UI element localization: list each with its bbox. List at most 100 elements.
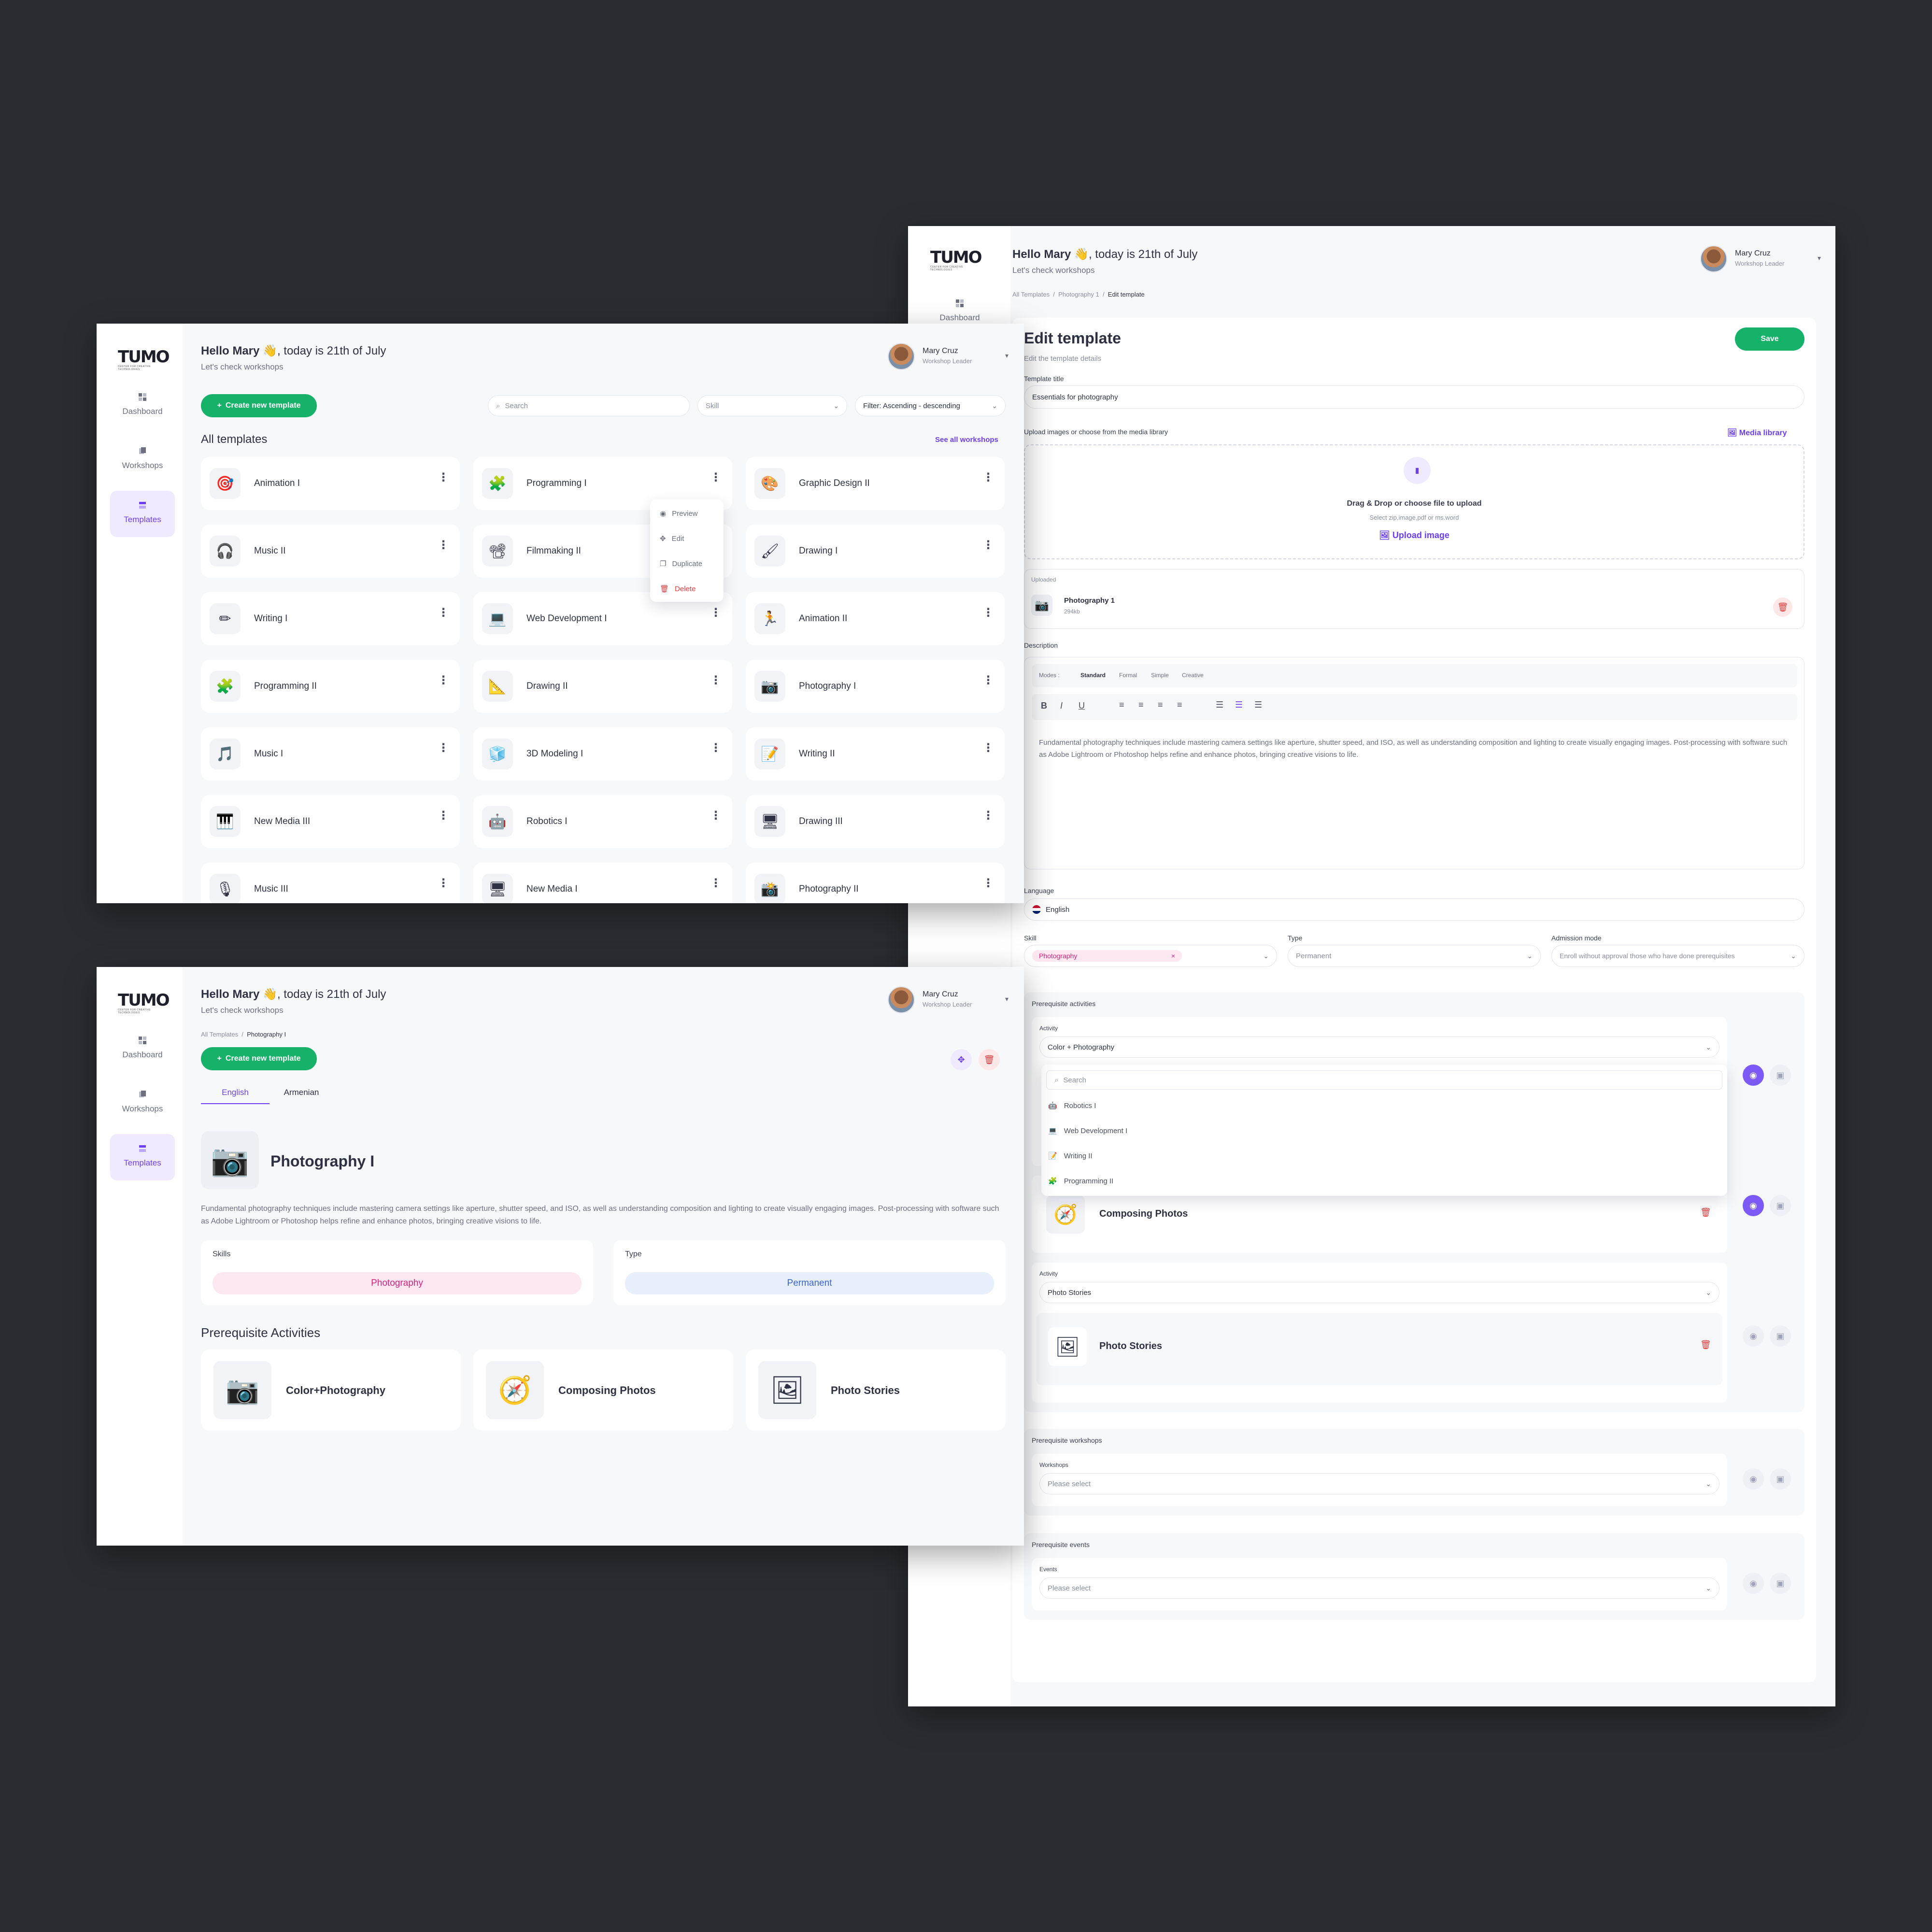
activity-card[interactable]: 🧭 Composing Photos <box>473 1350 733 1431</box>
template-card[interactable]: 📸 Photography II ⋮ <box>746 863 1005 903</box>
template-card[interactable]: 🎯 Animation I ⋮ <box>201 457 460 510</box>
type-select[interactable]: Permanent ⌄ <box>1288 945 1541 967</box>
sidebar-item-dashboard[interactable]: Dashboard <box>110 1026 175 1072</box>
activity-select[interactable]: Photo Stories ⌄ <box>1039 1282 1719 1303</box>
more-options-icon[interactable]: ⋮ <box>982 607 994 619</box>
more-options-icon[interactable]: ⋮ <box>982 810 994 822</box>
more-options-icon[interactable]: ⋮ <box>438 607 449 619</box>
tab-armenian[interactable]: Armenian <box>277 1081 326 1104</box>
trash-icon[interactable]: 🗑 <box>1700 1208 1711 1218</box>
more-options-icon[interactable]: ⋮ <box>438 878 449 889</box>
template-card[interactable]: 🤖 Robotics I ⋮ <box>473 795 732 848</box>
skill-select[interactable]: Photography × ⌄ <box>1024 945 1277 967</box>
add-icon[interactable]: ◉ <box>1743 1573 1764 1594</box>
copy-icon[interactable]: ▣ <box>1770 1468 1791 1490</box>
dropdown-item[interactable]: 📝 Writing II <box>1048 1151 1093 1161</box>
align-center-icon[interactable]: ≡ <box>1138 700 1144 710</box>
description-editor[interactable]: Modes : Standard Formal Simple Creative … <box>1024 657 1804 869</box>
template-title-input[interactable]: Essentials for photography <box>1024 385 1804 409</box>
sidebar-item-workshops[interactable]: Workshops <box>110 1080 175 1126</box>
italic-icon[interactable]: I <box>1060 701 1063 711</box>
admission-select[interactable]: Enroll without approval those who have d… <box>1551 945 1804 967</box>
numbered-list-icon[interactable]: ☰ <box>1216 700 1223 710</box>
skill-select[interactable]: Skill ⌄ <box>697 395 847 416</box>
dropdown-item[interactable]: 🧩 Programming II <box>1048 1177 1113 1186</box>
template-card[interactable]: 📐 Drawing II ⋮ <box>473 660 732 713</box>
template-card[interactable]: 📝 Writing II ⋮ <box>746 727 1005 781</box>
sidebar-item-templates[interactable]: Templates <box>110 1134 175 1180</box>
template-card[interactable]: 🎙 Music III ⋮ <box>201 863 460 903</box>
save-button[interactable]: Save <box>1735 327 1804 351</box>
activity-card[interactable]: 🖼 Photo Stories <box>746 1350 1006 1431</box>
copy-icon[interactable]: ▣ <box>1770 1325 1791 1347</box>
drop-zone[interactable]: ▮ Drag & Drop or choose file to upload S… <box>1024 444 1804 559</box>
bold-icon[interactable]: B <box>1041 701 1047 711</box>
template-card[interactable]: ✏ Writing I ⋮ <box>201 592 460 645</box>
see-all-link[interactable]: See all workshops <box>935 436 998 444</box>
template-card[interactable]: 🖌 Drawing I ⋮ <box>746 525 1005 578</box>
user-menu[interactable]: Mary Cruz Workshop Leader ▾ <box>1700 245 1826 274</box>
more-options-icon[interactable]: ⋮ <box>710 878 722 889</box>
upload-image-button[interactable]: 🖼 Upload image <box>1025 530 1804 540</box>
trash-icon[interactable]: 🗑 <box>1773 597 1792 617</box>
menu-item-duplicate[interactable]: ❐ Duplicate <box>660 559 702 568</box>
underline-icon[interactable]: U <box>1079 701 1085 711</box>
more-options-icon[interactable]: ⋮ <box>438 540 449 551</box>
workshops-select[interactable]: Please select ⌄ <box>1039 1473 1719 1494</box>
more-options-icon[interactable]: ⋮ <box>982 472 994 483</box>
more-options-icon[interactable]: ⋮ <box>982 540 994 551</box>
menu-item-edit[interactable]: ✥ Edit <box>660 534 684 543</box>
more-options-icon[interactable]: ⋮ <box>710 675 722 686</box>
tab-english[interactable]: English <box>201 1081 270 1104</box>
create-template-button[interactable]: + Create new template <box>201 1047 317 1070</box>
template-card[interactable]: 🖥 Drawing III ⋮ <box>746 795 1005 848</box>
bullet-list-icon[interactable]: ☰ <box>1254 700 1262 710</box>
sidebar-item-templates[interactable]: Templates <box>110 491 175 537</box>
checklist-icon[interactable]: ☰ <box>1235 700 1243 710</box>
create-template-button[interactable]: + Create new template <box>201 394 317 417</box>
template-card[interactable]: 🎹 New Media III ⋮ <box>201 795 460 848</box>
filter-select[interactable]: Filter: Ascending - descending ⌄ <box>855 395 1006 416</box>
edit-icon[interactable]: ✥ <box>951 1049 972 1070</box>
menu-item-preview[interactable]: ◉ Preview <box>660 509 697 518</box>
template-card[interactable]: 🧊 3D Modeling I ⋮ <box>473 727 732 781</box>
template-card[interactable]: 📷 Photography I ⋮ <box>746 660 1005 713</box>
add-icon[interactable]: ◉ <box>1743 1195 1764 1216</box>
more-options-icon[interactable]: ⋮ <box>438 472 449 483</box>
more-options-icon[interactable]: ⋮ <box>710 810 722 822</box>
template-card[interactable]: 🎨 Graphic Design II ⋮ <box>746 457 1005 510</box>
sidebar-item-workshops[interactable]: Workshops <box>110 437 175 483</box>
sidebar-item-dashboard[interactable]: Dashboard <box>110 383 175 429</box>
dropdown-item[interactable]: 💻 Web Development I <box>1048 1126 1127 1136</box>
more-options-icon[interactable]: ⋮ <box>438 742 449 754</box>
copy-icon[interactable]: ▣ <box>1770 1573 1791 1594</box>
more-options-icon[interactable]: ⋮ <box>710 472 722 483</box>
more-options-icon[interactable]: ⋮ <box>710 607 722 619</box>
trash-icon[interactable]: 🗑 <box>1700 1340 1711 1350</box>
copy-icon[interactable]: ▣ <box>1770 1065 1791 1086</box>
dropdown-item[interactable]: 🤖 Robotics I <box>1048 1101 1096 1110</box>
align-left-icon[interactable]: ≡ <box>1119 700 1124 710</box>
align-justify-icon[interactable]: ≡ <box>1177 700 1182 710</box>
activity-select[interactable]: Color + Photography ⌄ <box>1039 1037 1719 1058</box>
more-options-icon[interactable]: ⋮ <box>438 675 449 686</box>
add-icon[interactable]: ◉ <box>1743 1065 1764 1086</box>
more-options-icon[interactable]: ⋮ <box>710 742 722 754</box>
template-card[interactable]: 🖥 New Media I ⋮ <box>473 863 732 903</box>
template-card[interactable]: 🏃 Animation II ⋮ <box>746 592 1005 645</box>
dropdown-search-input[interactable]: ⌕ Search <box>1046 1070 1722 1090</box>
align-right-icon[interactable]: ≡ <box>1158 700 1163 710</box>
template-card[interactable]: 🎧 Music II ⋮ <box>201 525 460 578</box>
add-icon[interactable]: ◉ <box>1743 1468 1764 1490</box>
search-input[interactable]: ⌕ Search <box>488 395 690 416</box>
user-menu[interactable]: Mary Cruz Workshop Leader ▾ <box>888 986 1013 1015</box>
more-options-icon[interactable]: ⋮ <box>982 878 994 889</box>
close-icon[interactable]: × <box>1171 952 1175 960</box>
media-library-link[interactable]: 🖼 Media library <box>1727 428 1787 438</box>
template-card[interactable]: 🧩 Programming II ⋮ <box>201 660 460 713</box>
more-options-icon[interactable]: ⋮ <box>438 810 449 822</box>
more-options-icon[interactable]: ⋮ <box>982 675 994 686</box>
copy-icon[interactable]: ▣ <box>1770 1195 1791 1216</box>
more-options-icon[interactable]: ⋮ <box>982 742 994 754</box>
menu-item-delete[interactable]: 🗑 Delete <box>660 584 696 594</box>
